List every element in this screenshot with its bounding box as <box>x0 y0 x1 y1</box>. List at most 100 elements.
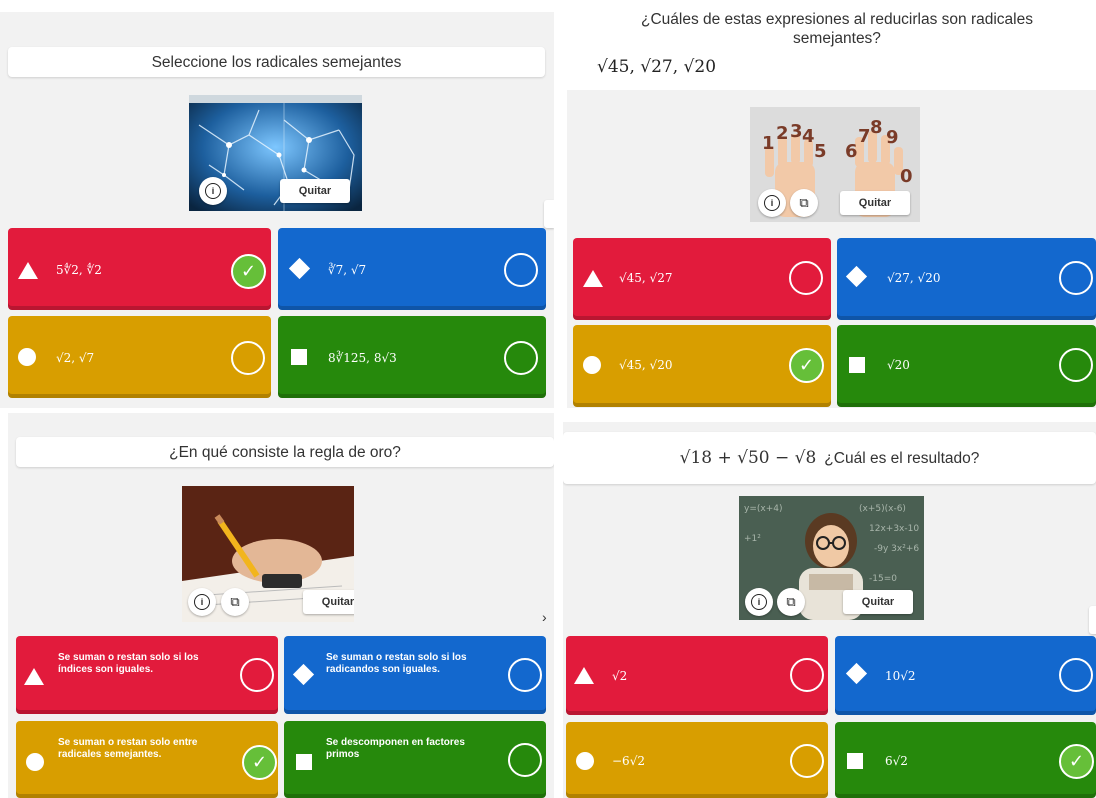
answer-text: 8∛125, 8√3 <box>328 351 397 365</box>
select-circle-icon[interactable] <box>790 658 824 692</box>
info-icon: i <box>194 594 210 610</box>
svg-text:9: 9 <box>886 127 899 148</box>
svg-text:y=(x+4): y=(x+4) <box>744 504 782 514</box>
answer-option-2[interactable]: √27, √20 <box>837 238 1096 320</box>
svg-text:2: 2 <box>776 123 789 144</box>
question-title: ¿Cuáles de estas expresiones al reducirl… <box>640 11 1033 47</box>
svg-text:7: 7 <box>858 126 871 147</box>
correct-check-icon: ✓ <box>1059 744 1094 779</box>
question-image-girl-chalkboard: y=(x+4) (x+5)(x-6) 12x+3x-10 +1² -9y 3x²+6… <box>739 496 924 620</box>
select-circle-icon[interactable] <box>504 341 538 375</box>
answer-option-3[interactable]: −6√2 <box>566 722 828 798</box>
circle-icon <box>576 752 594 770</box>
question-image-neurons: i Quitar <box>189 95 362 211</box>
diamond-icon <box>292 663 315 686</box>
quiz-panel-regla-de-oro: ¿En qué consiste la regla de oro? i ⧉ Qu… <box>8 413 554 798</box>
svg-text:5: 5 <box>814 141 827 162</box>
triangle-icon <box>24 668 44 685</box>
info-button[interactable]: i <box>199 177 227 205</box>
svg-text:4: 4 <box>802 126 815 147</box>
remove-image-button[interactable]: Quitar <box>303 590 354 614</box>
answer-option-4[interactable]: √20 <box>837 325 1096 407</box>
answer-option-3[interactable]: Se suman o restan solo entre radicales s… <box>16 721 278 798</box>
answer-option-4[interactable]: 8∛125, 8√3 <box>278 316 546 398</box>
answer-text: √27, √20 <box>887 271 941 285</box>
remove-image-button[interactable]: Quitar <box>843 590 913 614</box>
crop-icon: ⧉ <box>799 195 809 210</box>
answer-text: √2, √7 <box>56 351 95 365</box>
answer-option-2[interactable]: ∛7, √7 <box>278 228 546 310</box>
side-scroll-tab[interactable] <box>1089 606 1096 634</box>
answer-text: Se suman o restan solo entre radicales s… <box>58 737 198 760</box>
quiz-panel-resultado: √18 + √50 − √8 ¿Cuál es el resultado? y=… <box>563 422 1096 798</box>
select-circle-icon[interactable] <box>508 743 542 777</box>
square-icon <box>847 753 863 769</box>
svg-text:(x+5)(x-6): (x+5)(x-6) <box>859 504 906 514</box>
svg-text:0: 0 <box>900 166 913 187</box>
answer-option-4[interactable]: Se descomponen en factores primos <box>284 721 546 798</box>
select-circle-icon[interactable] <box>1059 658 1093 692</box>
correct-check-icon: ✓ <box>242 745 277 780</box>
select-circle-icon[interactable] <box>231 341 265 375</box>
square-icon <box>296 754 312 770</box>
answer-option-1[interactable]: 5∜2, ∜2 ✓ <box>8 228 271 310</box>
answer-option-2[interactable]: Se suman o restan solo si los radicandos… <box>284 636 546 714</box>
select-circle-icon[interactable] <box>1059 348 1093 382</box>
answer-text: −6√2 <box>612 754 645 768</box>
question-image-writing-hand: i ⧉ Quitar <box>182 486 354 622</box>
crop-button[interactable]: ⧉ <box>790 189 818 217</box>
info-icon: i <box>764 195 780 211</box>
svg-text:+1²: +1² <box>744 534 761 544</box>
crop-icon: ⧉ <box>786 594 796 609</box>
diamond-icon <box>845 662 868 685</box>
info-button[interactable]: i <box>188 588 216 616</box>
select-circle-icon[interactable] <box>1059 261 1093 295</box>
question-text: ¿Cuál es el resultado? <box>824 449 980 467</box>
select-circle-icon[interactable] <box>240 658 274 692</box>
remove-image-button[interactable]: Quitar <box>280 179 350 203</box>
info-icon: i <box>205 183 221 199</box>
triangle-icon <box>583 270 603 287</box>
svg-text:3: 3 <box>790 121 803 142</box>
answer-text: √45, √20 <box>619 358 673 372</box>
crop-button[interactable]: ⧉ <box>221 588 249 616</box>
answer-option-1[interactable]: √45, √27 <box>573 238 831 320</box>
circle-icon <box>583 356 601 374</box>
select-circle-icon[interactable] <box>790 744 824 778</box>
answer-text: √20 <box>887 358 910 372</box>
info-icon: i <box>751 594 767 610</box>
answer-text: Se descomponen en factores primos <box>326 737 465 760</box>
question-title: √18 + √50 − √8 ¿Cuál es el resultado? <box>563 432 1096 484</box>
crop-button[interactable]: ⧉ <box>777 588 805 616</box>
svg-text:8: 8 <box>870 117 883 138</box>
svg-text:6: 6 <box>845 141 858 162</box>
answer-text: ∛7, √7 <box>328 263 367 277</box>
correct-check-icon: ✓ <box>789 348 824 383</box>
square-icon <box>291 349 307 365</box>
answer-text: √2 <box>612 669 628 683</box>
diamond-icon <box>288 257 311 280</box>
circle-icon <box>26 753 44 771</box>
svg-text:1: 1 <box>762 133 775 154</box>
answer-option-1[interactable]: Se suman o restan solo si los índices so… <box>16 636 278 714</box>
side-scroll-tab[interactable] <box>544 200 554 228</box>
select-circle-icon[interactable] <box>508 658 542 692</box>
answer-option-4[interactable]: 6√2 ✓ <box>835 722 1096 798</box>
correct-check-icon: ✓ <box>231 254 266 289</box>
answer-option-2[interactable]: 10√2 <box>835 636 1096 715</box>
svg-text:-9y 3x²+6: -9y 3x²+6 <box>874 544 919 554</box>
answer-option-1[interactable]: √2 <box>566 636 828 715</box>
info-button[interactable]: i <box>758 189 786 217</box>
info-button[interactable]: i <box>745 588 773 616</box>
remove-image-button[interactable]: Quitar <box>840 191 910 215</box>
quiz-panel-radicales: Seleccione los radicales semejantes i Qu… <box>0 12 554 408</box>
question-math: √45, √27, √20 <box>597 57 717 77</box>
answer-option-3[interactable]: √2, √7 <box>8 316 271 398</box>
answer-text: √45, √27 <box>619 271 673 285</box>
chevron-right-icon[interactable]: › <box>542 609 547 625</box>
answer-text: Se suman o restan solo si los radicandos… <box>326 652 467 675</box>
question-title: ¿En qué consiste la regla de oro? <box>16 437 554 467</box>
select-circle-icon[interactable] <box>504 253 538 287</box>
select-circle-icon[interactable] <box>789 261 823 295</box>
answer-option-3[interactable]: √45, √20 ✓ <box>573 325 831 407</box>
